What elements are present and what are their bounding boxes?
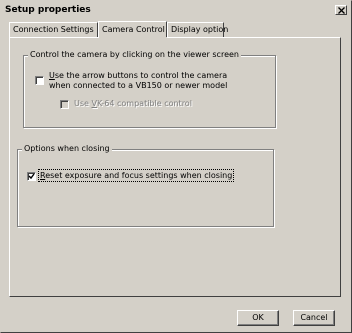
close-button[interactable] — [335, 5, 347, 15]
vk64-compatible-label[interactable]: Use VK-64 compatible control — [74, 99, 192, 109]
cancel-button[interactable]: Cancel — [293, 310, 335, 326]
tab-label: Connection Settings — [13, 25, 94, 34]
closing-options-group: Options when closing Reset exposure and … — [17, 144, 274, 227]
close-icon — [338, 7, 345, 14]
label-text: K-64 compatible control — [96, 99, 192, 108]
title-bar[interactable]: Setup properties — [2, 2, 350, 20]
reset-settings-label[interactable]: Reset exposure and focus settings when c… — [37, 169, 235, 182]
arrow-buttons-checkbox[interactable] — [35, 76, 44, 85]
label-text: eset exposure and focus settings when cl… — [45, 171, 233, 180]
button-label: OK — [252, 313, 264, 322]
tab-camera-control[interactable]: Camera Control — [98, 21, 167, 40]
camera-control-panel: Control the camera by clicking on the vi… — [9, 37, 341, 297]
vk64-compatible-checkbox[interactable] — [60, 100, 69, 109]
camera-control-group: Control the camera by clicking on the vi… — [23, 50, 276, 128]
checkmark-icon — [28, 173, 35, 180]
tab-connection-settings[interactable]: Connection Settings — [9, 22, 98, 37]
focus-rect: Reset exposure and focus settings when c… — [37, 169, 235, 182]
tab-display-option[interactable]: Display option — [167, 22, 228, 37]
group-title: Options when closing — [22, 144, 112, 153]
arrow-buttons-label[interactable]: Use the arrow buttons to control the cam… — [49, 71, 227, 91]
ok-button[interactable]: OK — [237, 310, 279, 326]
window-title: Setup properties — [5, 5, 91, 15]
tab-label: Camera Control — [102, 25, 165, 34]
tab-label: Display option — [171, 25, 229, 34]
group-title: Control the camera by clicking on the vi… — [28, 50, 241, 59]
reset-settings-checkbox[interactable] — [27, 172, 36, 181]
label-prefix: Use — [74, 99, 92, 108]
label-text-line2: when connected to a VB150 or newer model — [49, 81, 228, 90]
button-label: Cancel — [300, 313, 328, 322]
label-text: se the arrow buttons to control the came… — [54, 71, 228, 80]
setup-properties-dialog: Setup properties Connection Settings Cam… — [0, 0, 352, 333]
